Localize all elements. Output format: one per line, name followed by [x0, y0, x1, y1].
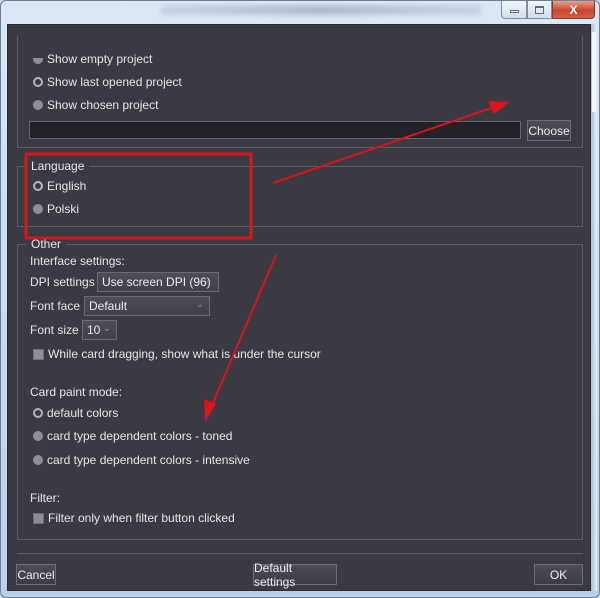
radio-icon [33, 100, 43, 110]
window-title-blurred [161, 5, 481, 15]
default-settings-button[interactable]: Default settings [253, 561, 337, 589]
checkbox-icon [33, 512, 44, 524]
dpi-settings-dropdown[interactable]: Use screen DPI (96) ⌄ [97, 272, 219, 292]
radio-icon [33, 431, 43, 441]
interface-settings-label: Interface settings: [30, 254, 125, 268]
radio-show-chosen-project[interactable]: Show chosen project [33, 97, 158, 113]
radio-selected-icon [33, 77, 43, 87]
ok-button[interactable]: OK [534, 564, 583, 585]
language-legend: Language [26, 159, 90, 173]
drag-preview-checkbox[interactable]: While card dragging, show what is under … [33, 346, 321, 362]
close-icon: X [569, 2, 578, 17]
title-bar: X [1, 1, 600, 25]
cancel-button[interactable]: Cancel [16, 564, 56, 585]
other-legend: Other [26, 237, 67, 251]
filter-label: Filter: [30, 491, 60, 505]
restore-icon [535, 5, 544, 14]
project-path-input[interactable] [29, 121, 521, 139]
radio-icon [33, 204, 43, 214]
radio-selected-icon [33, 408, 43, 418]
chevron-down-icon: ⌄ [204, 275, 213, 286]
minimize-icon [509, 10, 519, 13]
footer-separator [17, 553, 583, 554]
dpi-settings-label: DPI settings [30, 275, 95, 289]
radio-show-last-opened-project[interactable]: Show last opened project [33, 74, 182, 90]
language-group: Language [17, 159, 583, 227]
radio-language-english[interactable]: English [33, 178, 86, 194]
filter-only-on-click-checkbox[interactable]: Filter only when filter button clicked [33, 510, 235, 526]
scrollbar[interactable] [591, 24, 597, 591]
font-size-label: Font size [30, 323, 79, 337]
checkbox-icon [33, 348, 44, 360]
chevron-down-icon: ⌄ [195, 299, 204, 310]
maximize-button[interactable] [527, 1, 552, 19]
radio-icon [33, 58, 43, 64]
radio-language-polski[interactable]: Polski [33, 201, 79, 217]
radio-paint-default-colors[interactable]: default colors [33, 405, 118, 421]
close-button[interactable]: X [552, 1, 595, 19]
window-controls: X [501, 1, 595, 19]
minimize-button[interactable] [501, 1, 527, 19]
choose-button[interactable]: Choose [527, 120, 571, 141]
font-face-label: Font face [30, 299, 81, 313]
radio-icon [33, 455, 43, 465]
chevron-down-icon: ⌄ [102, 323, 111, 334]
radio-paint-intensive[interactable]: card type dependent colors - intensive [33, 452, 250, 468]
card-paint-mode-label: Card paint mode: [30, 385, 123, 399]
font-size-dropdown[interactable]: 10 ⌄ [82, 320, 117, 340]
font-face-dropdown[interactable]: Default ⌄ [84, 296, 210, 316]
radio-selected-icon [33, 181, 43, 191]
scrollbar-thumb[interactable] [592, 32, 596, 112]
radio-paint-toned[interactable]: card type dependent colors - toned [33, 428, 232, 444]
radio-show-empty-project[interactable]: Show empty project [33, 51, 152, 67]
